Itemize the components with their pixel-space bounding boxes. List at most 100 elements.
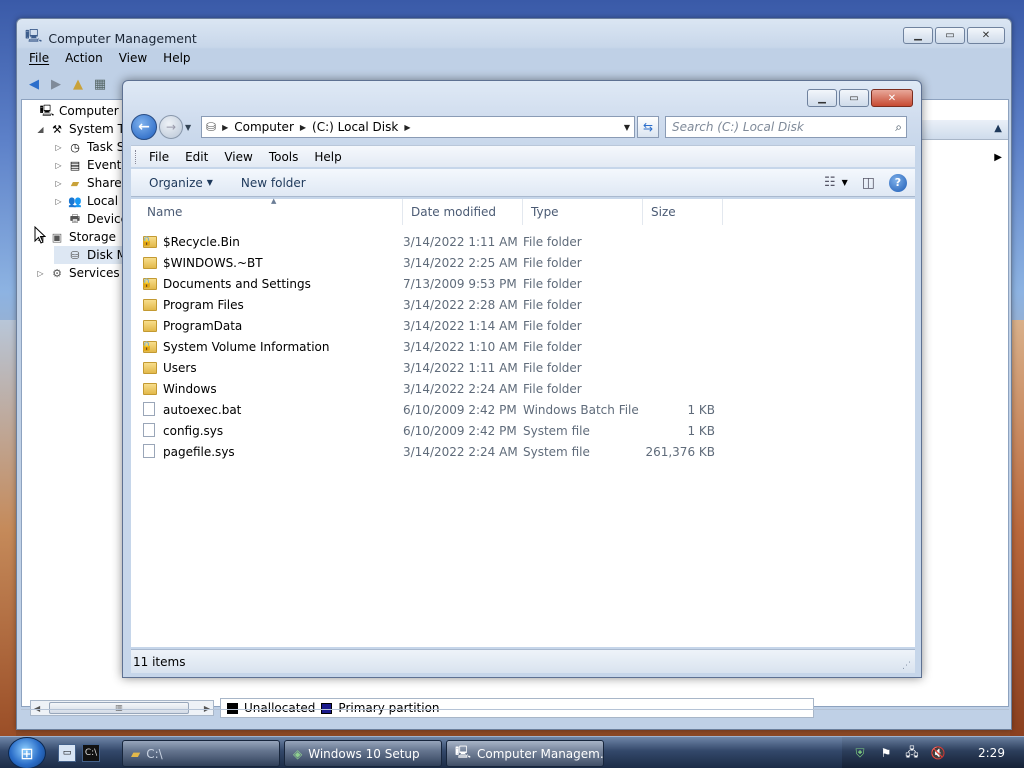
tree-item-event-viewer[interactable]: ▷ ▤ Event V [54, 156, 126, 174]
file-row[interactable]: autoexec.bat 6/10/2009 2:42 PM Windows Bat… [131, 399, 915, 420]
start-button[interactable]: ⊞ [8, 737, 46, 768]
tree-label: Disk M [87, 248, 126, 262]
column-header-size[interactable]: Size [643, 199, 723, 225]
expand-arrow-icon[interactable]: ▶ [994, 152, 1002, 163]
tree-item-device-manager[interactable]: 🖶 Device [54, 210, 126, 228]
file-name[interactable]: Windows [163, 382, 217, 396]
tree-twisty[interactable]: ◢ [36, 125, 45, 134]
taskbar-button-windows-setup[interactable]: ◈ Windows 10 Setup [284, 740, 442, 767]
file-name[interactable]: Users [163, 361, 197, 375]
column-header-type[interactable]: Type [523, 199, 643, 225]
forward-button[interactable]: → [159, 115, 183, 139]
up-folder-icon[interactable]: ▲ [69, 75, 87, 93]
file-row[interactable]: 🔒 $Recycle.Bin 3/14/2022 1:11 AM File folde… [131, 231, 915, 252]
action-center-flag-icon[interactable]: ⚑ [878, 745, 894, 761]
column-header-date[interactable]: Date modified [403, 199, 523, 225]
taskbar-button-computer-management[interactable]: 🖳 Computer Managem... [446, 740, 604, 767]
tree-item-disk-management[interactable]: ⛁ Disk M [54, 246, 126, 264]
tree-item-shared-folders[interactable]: ▷ ▰ Shared [54, 174, 126, 192]
show-desktop-icon[interactable]: ▭ [58, 744, 76, 762]
cm-close-button[interactable]: ✕ [967, 27, 1005, 44]
file-name[interactable]: autoexec.bat [163, 403, 241, 417]
menu-help[interactable]: Help [306, 150, 349, 164]
network-icon[interactable]: 🖧 [904, 745, 920, 761]
organize-button[interactable]: Organize ▼ [139, 176, 223, 190]
file-row[interactable]: $WINDOWS.~BT 3/14/2022 2:25 AM File folder [131, 252, 915, 273]
tree-twisty[interactable]: ▷ [54, 197, 63, 206]
file-row[interactable]: Windows 3/14/2022 2:24 AM File folder [131, 378, 915, 399]
column-header-name[interactable]: Name ▲ [139, 197, 403, 225]
file-name[interactable]: $Recycle.Bin [163, 235, 240, 249]
back-arrow-icon[interactable]: ◀ [25, 75, 43, 93]
tree-twisty[interactable]: ▷ [54, 179, 63, 188]
clock[interactable]: 2:29 [978, 746, 1005, 760]
collapse-arrow-icon[interactable]: ▲ [994, 123, 1002, 134]
volume-muted-icon[interactable]: 🔇 [930, 745, 946, 761]
breadcrumb-computer[interactable]: Computer [234, 120, 294, 134]
search-icon[interactable]: ⌕ [895, 120, 902, 135]
file-name[interactable]: $WINDOWS.~BT [163, 256, 263, 270]
show-hide-tree-icon[interactable]: ▦ [91, 75, 109, 93]
cm-minimize-button[interactable]: ▁ [903, 27, 933, 44]
file-row[interactable]: Program Files 3/14/2022 2:28 AM File folde… [131, 294, 915, 315]
explorer-window[interactable]: ▁ ▭ ✕ ← → ▼ ⛁ ▶ Computer ▶ (C:) Local Di… [122, 80, 922, 678]
security-shield-icon[interactable]: ⛨ [852, 745, 868, 761]
breadcrumb-arrow-icon[interactable]: ▶ [300, 123, 306, 132]
file-name[interactable]: Program Files [163, 298, 244, 312]
file-name[interactable]: pagefile.sys [163, 445, 235, 459]
tree-item-local-users[interactable]: ▷ 👥 Local U [54, 192, 126, 210]
recent-pages-dropdown[interactable]: ▼ [185, 123, 197, 132]
change-view-button[interactable]: ☷ ▼ [824, 175, 848, 190]
forward-arrow-icon[interactable]: ▶ [47, 75, 65, 93]
tree-item-task-scheduler[interactable]: ▷ ◷ Task Sc [54, 138, 126, 156]
preview-pane-icon[interactable]: ◫ [862, 175, 875, 191]
file-row[interactable]: 🔒 System Volume Information 3/14/2022 1:10… [131, 336, 915, 357]
tree-item-storage[interactable]: ◢ ▣ Storage [36, 228, 116, 246]
address-history-dropdown-icon[interactable]: ▼ [624, 123, 630, 132]
file-name[interactable]: ProgramData [163, 319, 242, 333]
file-row[interactable]: ProgramData 3/14/2022 1:14 AM File folder [131, 315, 915, 336]
back-button[interactable]: ← [131, 114, 157, 140]
tree-twisty[interactable]: ▷ [54, 143, 63, 152]
menu-file[interactable]: File [141, 150, 177, 164]
search-input[interactable]: Search (C:) Local Disk ⌕ [665, 116, 907, 138]
file-row[interactable]: config.sys 6/10/2009 2:42 PM System file 1 … [131, 420, 915, 441]
cm-menu-action[interactable]: Action [57, 49, 111, 69]
tree-item-services-applications[interactable]: ▷ ⚙ Services ar [36, 264, 126, 282]
file-row[interactable]: Users 3/14/2022 1:11 AM File folder [131, 357, 915, 378]
explorer-close-button[interactable]: ✕ [871, 89, 913, 107]
explorer-maximize-button[interactable]: ▭ [839, 89, 869, 107]
cm-maximize-button[interactable]: ▭ [935, 27, 965, 44]
file-row[interactable]: 🔒 Documents and Settings 7/13/2009 9:53 PM… [131, 273, 915, 294]
file-name[interactable]: config.sys [163, 424, 223, 438]
menu-tools[interactable]: Tools [261, 150, 307, 164]
cm-menu-view[interactable]: View [111, 49, 155, 69]
address-bar[interactable]: ⛁ ▶ Computer ▶ (C:) Local Disk ▶ ▼ [201, 116, 635, 138]
menu-view[interactable]: View [216, 150, 260, 164]
tree-twisty[interactable]: ▷ [54, 161, 63, 170]
file-row[interactable]: pagefile.sys 3/14/2022 2:24 AM System file… [131, 441, 915, 462]
tree-item-computer-management[interactable]: 🖳 Computer Ma [26, 102, 126, 120]
refresh-button[interactable]: ⇆ [637, 116, 659, 138]
breadcrumb-local-disk[interactable]: (C:) Local Disk [312, 120, 398, 134]
taskbar-button-explorer[interactable]: ▰ C:\ [122, 740, 280, 767]
cm-menu-file[interactable]: File [21, 49, 57, 69]
file-name[interactable]: Documents and Settings [163, 277, 311, 291]
command-prompt-icon[interactable]: C:\ [82, 744, 100, 762]
tree-item-system-tools[interactable]: ◢ ⚒ System To [36, 120, 126, 138]
new-folder-button[interactable]: New folder [231, 176, 316, 190]
breadcrumb-arrow-icon[interactable]: ▶ [404, 123, 410, 132]
resize-grip-icon[interactable]: ⋰ [902, 661, 911, 671]
actions-pane-header[interactable]: ▲ [922, 120, 1008, 140]
explorer-minimize-button[interactable]: ▁ [807, 89, 837, 107]
breadcrumb-arrow-icon[interactable]: ▶ [222, 123, 228, 132]
file-type: File folder [523, 339, 582, 354]
folder-icon [143, 298, 157, 311]
file-type: System file [523, 444, 590, 459]
tree-twisty[interactable]: ▷ [36, 269, 45, 278]
help-icon[interactable]: ? [889, 173, 907, 192]
file-date-modified: 3/14/2022 1:10 AM [403, 339, 518, 354]
menu-edit[interactable]: Edit [177, 150, 216, 164]
cm-menu-help[interactable]: Help [155, 49, 198, 69]
file-name[interactable]: System Volume Information [163, 340, 329, 354]
